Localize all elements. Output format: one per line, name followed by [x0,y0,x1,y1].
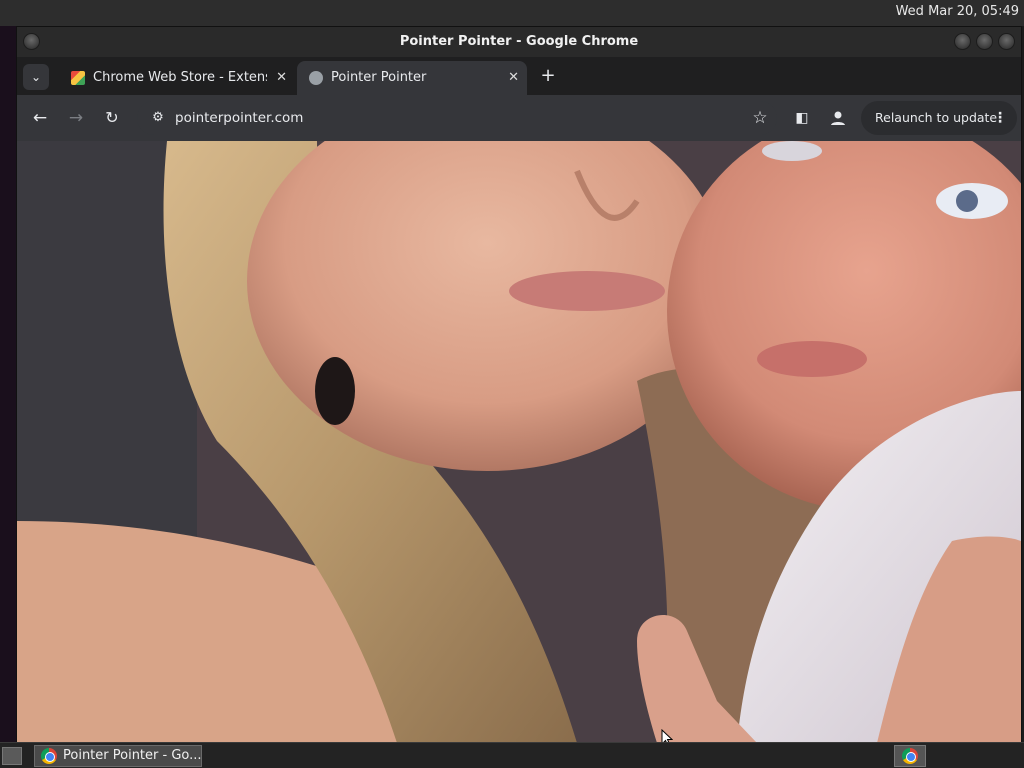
tab-search-button[interactable]: ⌄ [23,64,49,90]
chrome-icon [41,748,57,764]
tray-chrome-launcher[interactable] [894,745,926,767]
chevron-down-icon: ⌄ [30,70,42,84]
tab-chrome-web-store[interactable]: Chrome Web Store - Extensions ✕ [59,61,295,95]
taskbar: Pointer Pointer - Go... [0,742,1024,768]
close-tab-icon[interactable]: ✕ [508,61,519,95]
page-content[interactable] [17,141,1021,743]
url-text[interactable]: pointerpointer.com [175,101,303,135]
system-top-bar: Wed Mar 20, 05:49 [0,0,1024,26]
minimize-button[interactable] [954,33,971,50]
pointer-photo [17,141,1021,743]
system-clock[interactable]: Wed Mar 20, 05:49 [896,4,1019,19]
desktop-background [0,26,16,742]
back-button[interactable]: ← [27,105,53,131]
window-menu-button[interactable] [23,33,40,50]
tab-label: Pointer Pointer [331,70,427,85]
tab-label: Chrome Web Store - Extensions [93,70,267,85]
new-tab-button[interactable]: + [537,61,559,91]
tab-strip: ⌄ Chrome Web Store - Extensions ✕ Pointe… [17,57,1021,95]
close-tab-icon[interactable]: ✕ [276,61,287,95]
profile-icon[interactable] [825,105,851,131]
reload-button[interactable]: ↻ [99,105,125,131]
side-panel-icon[interactable]: ◧ [789,105,815,131]
close-window-button[interactable] [998,33,1015,50]
window-title: Pointer Pointer - Google Chrome [399,34,639,49]
browser-toolbar: ← → ↻ ⚙ pointerpointer.com ☆ ◧ Relaunch … [17,95,1021,141]
chrome-icon [902,748,918,764]
taskbar-item-chrome[interactable]: Pointer Pointer - Go... [34,745,202,767]
taskbar-item-label: Pointer Pointer - Go... [63,748,202,763]
back-arrow-icon: ← [32,108,48,128]
site-info-icon[interactable]: ⚙ [145,105,171,131]
address-bar[interactable]: ⚙ pointerpointer.com ☆ [137,101,777,135]
bookmark-star-icon[interactable]: ☆ [747,105,773,131]
relaunch-label: Relaunch to update [875,110,998,125]
relaunch-to-update-button[interactable]: Relaunch to update ⋮ [861,101,1017,135]
more-vert-icon[interactable]: ⋮ [993,101,1007,135]
chrome-web-store-icon [71,71,85,85]
show-desktop-icon[interactable] [2,747,22,765]
plus-icon: + [540,65,556,86]
forward-arrow-icon: → [68,108,84,128]
browser-window: Pointer Pointer - Google Chrome ⌄ Chrome… [16,26,1022,743]
window-titlebar[interactable]: Pointer Pointer - Google Chrome [17,27,1021,57]
forward-button[interactable]: → [63,105,89,131]
globe-icon [309,71,323,85]
mouse-cursor-icon [661,729,673,743]
reload-icon: ↻ [105,108,119,127]
tab-pointer-pointer[interactable]: Pointer Pointer ✕ [297,61,527,95]
maximize-button[interactable] [976,33,993,50]
